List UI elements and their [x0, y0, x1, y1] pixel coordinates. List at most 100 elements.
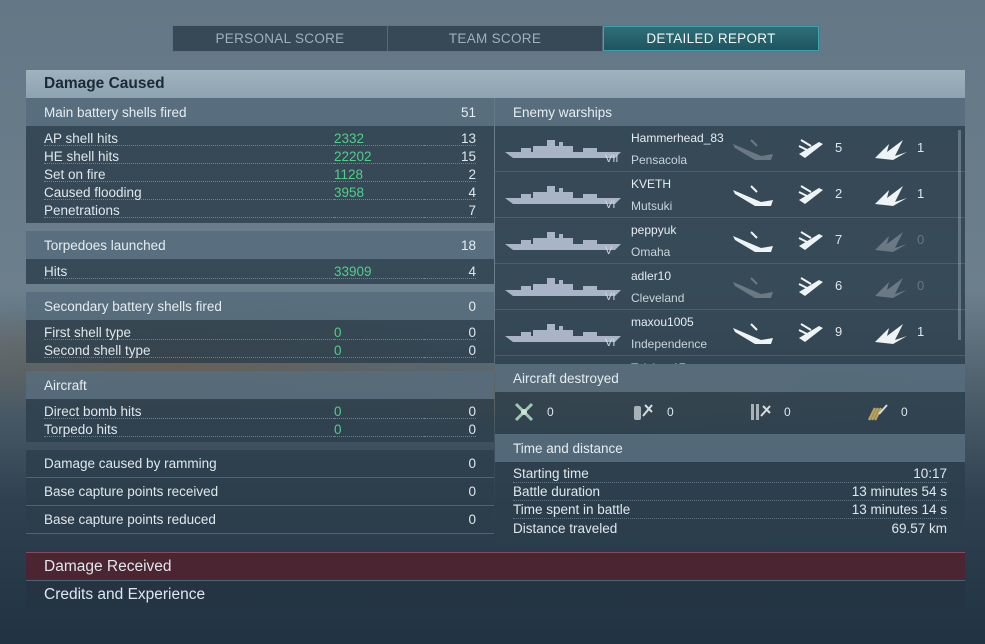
stat-count: 0 [424, 422, 476, 437]
torpedoes-rows: Hits 33909 4 [26, 259, 494, 284]
aircraft-destroyed-value: 0 [667, 405, 674, 419]
hits-b-value: 1 [917, 140, 925, 155]
aircraft-destroyed-value: 0 [547, 405, 554, 419]
ship-tier: VI [605, 337, 616, 349]
tab-detailed-report[interactable]: DETAILED REPORT [603, 26, 819, 51]
aircraft-header: Aircraft [26, 371, 494, 399]
enemy-row: Vpeppyuk Omaha 7 0 [495, 218, 965, 264]
hits-a-value: 5 [835, 140, 843, 155]
main-battery-count: 51 [460, 104, 476, 120]
damage-caused-panel: Damage Caused Main battery shells fired … [26, 70, 965, 608]
secondary-rows: First shell type 0 0 Second shell type 0 0 [26, 320, 494, 363]
capture-reduced-row: Base capture points reduced 0 [26, 506, 494, 534]
time-row: Battle duration 13 minutes 54 s [513, 483, 947, 501]
ship-tier: V [605, 245, 613, 257]
time-value: 13 minutes 14 s [851, 502, 947, 517]
enemy-warships-header: Enemy warships [495, 98, 965, 126]
hits-b-value: 1 [917, 324, 925, 339]
stat-row: Penetrations 7 [44, 201, 476, 219]
flooding-hit-icon [875, 232, 907, 252]
tab-personal-score[interactable]: PERSONAL SCORE [173, 26, 388, 51]
aircraft-destroyed-title: Aircraft destroyed [513, 370, 619, 386]
time-row: Starting time 10:17 [513, 465, 947, 483]
flooding-hit-icon [875, 186, 907, 206]
stat-damage: 1128 [334, 167, 424, 182]
stat-count: 2 [424, 167, 476, 182]
ship-destroyed-icon [733, 185, 773, 206]
player-name: adler10 [631, 269, 672, 283]
secondary-header: Secondary battery shells fired 0 [26, 292, 494, 320]
ship-name: Pensacola [631, 153, 688, 167]
stat-label: Second shell type [44, 343, 334, 358]
damage-received-header[interactable]: Damage Received [26, 552, 965, 580]
damage-stats-column: Main battery shells fired 51 AP shell hi… [26, 98, 494, 552]
enemy-row: VI KVETH Mutsuki 2 1 [495, 172, 965, 218]
stat-label: Hits [44, 264, 334, 279]
aircraft-destroyed-fighter: 0 [513, 398, 554, 426]
stat-count: 15 [424, 149, 476, 164]
ship-destroyed-icon [733, 277, 773, 298]
hits-a-value: 6 [835, 278, 843, 293]
player-name: Taisheu17 [631, 361, 686, 364]
ship-name: Omaha [631, 245, 671, 259]
aircraft-destroyed-value: 0 [784, 405, 791, 419]
hits-b-value: 1 [917, 186, 925, 201]
torpedoes-count: 18 [460, 237, 476, 253]
time-value: 10:17 [913, 466, 947, 481]
stat-damage: 3958 [334, 185, 424, 200]
damage-caused-header[interactable]: Damage Caused [26, 70, 965, 98]
hits-b-value: 0 [917, 232, 925, 247]
stat-damage: 22202 [334, 149, 424, 164]
stat-damage: 0 [334, 404, 424, 419]
stat-label: Direct bomb hits [44, 404, 334, 419]
main-battery-rows: AP shell hits 2332 13 HE shell hits 22202 15… [26, 126, 494, 223]
capture-reduced-label: Base capture points reduced [44, 512, 216, 527]
stat-label: Penetrations [44, 203, 334, 218]
flooding-hit-icon [875, 140, 907, 160]
time-label: Starting time [513, 466, 589, 481]
player-name: peppyuk [631, 223, 677, 237]
tab-team-score[interactable]: TEAM SCORE [388, 26, 603, 51]
stat-count: 4 [424, 264, 476, 279]
flooding-hit-icon [875, 278, 907, 298]
torpedo-hit-icon [798, 323, 823, 342]
hits-a-value: 2 [835, 186, 843, 201]
aircraft-destroyed-torpedo-bomber: 0 [748, 398, 791, 426]
stat-count: 0 [424, 343, 476, 358]
stat-row: Set on fire 1128 2 [44, 165, 476, 183]
stat-row: Caused flooding 3958 4 [44, 183, 476, 201]
ship-name: Cleveland [631, 291, 685, 305]
stat-label: Torpedo hits [44, 422, 334, 437]
torpedoes-title: Torpedoes launched [44, 237, 166, 253]
torpedo-hit-icon [798, 231, 823, 250]
capture-received-row: Base capture points received 0 [26, 478, 494, 506]
stat-row: First shell type 0 0 [44, 323, 476, 341]
main-battery-title: Main battery shells fired [44, 104, 187, 120]
credits-experience-header[interactable]: Credits and Experience [26, 580, 965, 608]
scout-plane-icon [867, 404, 888, 421]
ship-tier: VII [605, 153, 619, 165]
stat-count: 0 [424, 404, 476, 419]
stat-label: First shell type [44, 325, 334, 340]
ramming-label: Damage caused by ramming [44, 456, 217, 471]
torpedoes-header: Torpedoes launched 18 [26, 231, 494, 259]
capture-reduced-value: 0 [468, 512, 476, 527]
torpedo-hit-icon [798, 277, 823, 296]
main-battery-header: Main battery shells fired 51 [26, 98, 494, 126]
stat-row: Direct bomb hits 0 0 [44, 402, 476, 420]
stat-damage [334, 203, 424, 218]
hits-a-value: 9 [835, 324, 843, 339]
aircraft-destroyed-bomber: 0 [631, 398, 674, 426]
dive-bomber-icon [634, 404, 653, 420]
flooding-hit-icon [875, 324, 907, 344]
time-distance-rows: Starting time 10:17 Battle duration 13 min… [495, 462, 965, 543]
enemy-warships-list[interactable]: VII Hammerhead_83 Pensacola 5 1 VI KVETH Mutsuk… [495, 126, 965, 364]
enemy-row: VI adler10 Cleveland 6 0 [495, 264, 965, 310]
ship-name: Independence [631, 337, 708, 351]
aircraft-destroyed-value: 0 [901, 405, 908, 419]
time-label: Time spent in battle [513, 502, 631, 517]
ship-name: Mutsuki [631, 199, 673, 213]
capture-received-label: Base capture points received [44, 484, 219, 499]
hits-b-value: 0 [917, 278, 925, 293]
enemy-list-scrollbar[interactable] [958, 130, 961, 340]
